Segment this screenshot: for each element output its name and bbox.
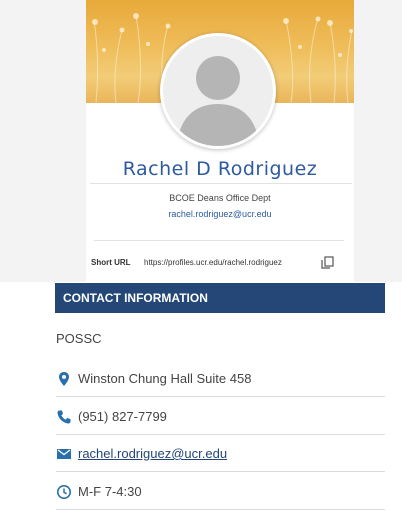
location-text: Winston Chung Hall Suite 458 — [78, 371, 252, 386]
profile-name: Rachel D Rodriguez — [122, 158, 318, 180]
phone-icon — [56, 409, 72, 425]
location-row: Winston Chung Hall Suite 458 — [56, 360, 385, 397]
copy-icon[interactable] — [321, 256, 334, 269]
profile-email-link[interactable]: rachel.rodriguez@ucr.edu — [86, 209, 354, 219]
email-row: rachel.rodriguez@ucr.edu — [56, 435, 385, 472]
phone-text: (951) 827-7799 — [78, 409, 167, 424]
hours-text: M-F 7-4:30 — [78, 484, 142, 499]
avatar — [160, 33, 276, 149]
email-link[interactable]: rachel.rodriguez@ucr.edu — [78, 446, 227, 461]
profile-card: Rachel D Rodriguez BCOE Deans Office Dep… — [86, 0, 354, 282]
right-background — [354, 0, 402, 282]
contact-information-header: CONTACT INFORMATION — [55, 283, 385, 313]
clock-icon — [56, 484, 72, 500]
department: BCOE Deans Office Dept — [169, 193, 271, 203]
hours-row: M-F 7-4:30 — [56, 473, 385, 510]
short-url-value: https://profiles.ucr.edu/rachel.rodrigue… — [144, 258, 282, 267]
map-pin-icon — [56, 371, 72, 387]
divider — [94, 240, 344, 241]
organization: POSSC — [56, 331, 102, 346]
divider — [90, 183, 352, 184]
mail-icon — [56, 446, 72, 462]
left-background — [0, 0, 86, 282]
short-url-label: Short URL — [91, 258, 131, 267]
phone-row: (951) 827-7799 — [56, 398, 385, 435]
